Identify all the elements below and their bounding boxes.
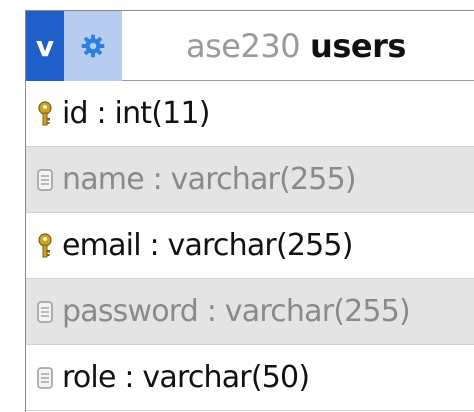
column-row-role[interactable]: role : varchar(50) (26, 345, 474, 411)
key-icon (30, 231, 60, 261)
gear-icon (81, 34, 105, 58)
column-icon (30, 297, 60, 327)
column-row-name[interactable]: name : varchar(255) (26, 147, 474, 213)
column-row-id[interactable]: id : int(11) (26, 81, 474, 147)
column-row-password[interactable]: password : varchar(255) (26, 279, 474, 345)
table-title[interactable]: ase230 users (186, 11, 406, 81)
column-icon (30, 165, 60, 195)
toggle-columns-button[interactable]: v (26, 11, 64, 81)
column-label: id : int(11) (62, 96, 210, 131)
table-name: users (310, 27, 406, 65)
table-header[interactable]: v ase230 users (26, 11, 474, 81)
key-icon (30, 99, 60, 129)
column-icon (30, 363, 60, 393)
database-name: ase230 (186, 27, 301, 65)
column-label: role : varchar(50) (62, 360, 310, 395)
column-label: password : varchar(255) (62, 294, 411, 329)
db-table-card[interactable]: v ase230 users id: int(11) name: varch… (25, 10, 474, 412)
table-options-button[interactable] (64, 11, 122, 81)
column-label: name : varchar(255) (62, 162, 357, 197)
column-row-email[interactable]: email : varchar(255) (26, 213, 474, 279)
column-label: email : varchar(255) (62, 228, 353, 263)
